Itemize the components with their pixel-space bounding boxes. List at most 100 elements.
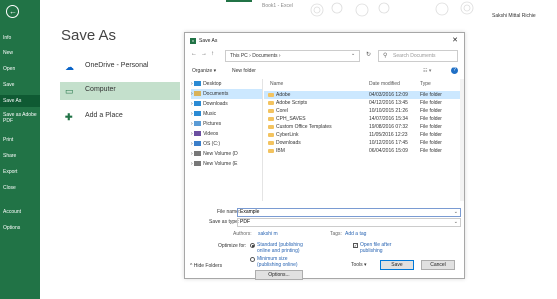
file-row[interactable]: Adobe 04/03/2016 12:09 File folder bbox=[264, 91, 464, 99]
tree-item-pictures[interactable]: › Pictures bbox=[191, 119, 262, 129]
organize-button[interactable]: Organize ▾ bbox=[192, 68, 216, 74]
tools-button[interactable]: Tools ▾ bbox=[351, 262, 367, 268]
new-folder-button[interactable]: New folder bbox=[232, 68, 256, 74]
nav-export[interactable]: Export bbox=[0, 166, 40, 178]
folder-icon bbox=[268, 116, 274, 121]
desktop-icon bbox=[194, 81, 202, 87]
tree-item-music[interactable]: › Music bbox=[191, 109, 262, 119]
place-add[interactable]: ✚ Add a Place bbox=[60, 108, 180, 126]
tree-item-volume-e[interactable]: › New Volume (E bbox=[191, 159, 262, 169]
folder-icon bbox=[268, 132, 274, 137]
optimize-label: Optimize for: bbox=[218, 243, 247, 249]
file-row[interactable]: Custom Office Templates 19/08/2016 07:32… bbox=[264, 123, 464, 131]
tree-item-volume-d[interactable]: › New Volume (D bbox=[191, 149, 262, 159]
nav-open[interactable]: Open bbox=[0, 63, 40, 75]
folder-icon bbox=[268, 92, 274, 97]
nav-print[interactable]: Print bbox=[0, 134, 40, 146]
up-icon[interactable]: ↑ bbox=[211, 51, 214, 57]
nav-save-as-pdf[interactable]: Save as Adobe PDF bbox=[0, 110, 40, 130]
open-after-checkbox[interactable]: ✓ bbox=[353, 243, 358, 248]
folder-icon bbox=[268, 100, 274, 105]
nav-info[interactable]: Info bbox=[0, 32, 40, 44]
file-row[interactable]: CyberLink 11/05/2016 12:23 File folder bbox=[264, 131, 464, 139]
page-title: Save As bbox=[61, 27, 117, 44]
decorative-circles-icon bbox=[310, 1, 474, 17]
authors-label: Authors: bbox=[233, 231, 252, 237]
nav-account[interactable]: Account bbox=[0, 206, 40, 218]
chevron-down-icon[interactable]: ⌄ bbox=[454, 209, 458, 216]
search-placeholder: Search Documents bbox=[393, 53, 436, 59]
cloud-icon: ☁ bbox=[65, 62, 74, 72]
search-input[interactable]: ⚲ Search Documents bbox=[378, 50, 458, 62]
dialog-toolbar: Organize ▾ New folder ☷ ▾ ? bbox=[185, 66, 464, 78]
save-type-value: PDF bbox=[240, 219, 250, 225]
close-icon[interactable]: ✕ bbox=[452, 36, 458, 44]
file-row[interactable]: IBM 06/04/2016 15:09 File folder bbox=[264, 147, 464, 155]
help-icon[interactable]: ? bbox=[451, 67, 458, 74]
file-row[interactable]: Downloads 10/12/2016 17:45 File folder bbox=[264, 139, 464, 147]
nav-close[interactable]: Close bbox=[0, 182, 40, 194]
back-icon[interactable]: ← bbox=[191, 51, 197, 57]
drive-icon bbox=[194, 161, 202, 167]
hide-folders-button[interactable]: ^ Hide Folders bbox=[190, 263, 222, 269]
nav-share[interactable]: Share bbox=[0, 150, 40, 162]
tree-item-videos[interactable]: › Videos bbox=[191, 129, 262, 139]
navigation-row: ← → ↑ This PC › Documents › ⌄ ↻ ⚲ Search… bbox=[185, 49, 464, 65]
videos-icon bbox=[194, 131, 202, 137]
column-name[interactable]: Name bbox=[270, 79, 283, 89]
tree-item-desktop[interactable]: › Desktop bbox=[191, 79, 262, 89]
back-arrow-icon[interactable]: ← bbox=[6, 5, 19, 18]
tree-item-downloads[interactable]: › Downloads bbox=[191, 99, 262, 109]
save-button[interactable]: Save bbox=[380, 260, 414, 270]
excel-icon: x bbox=[190, 38, 196, 44]
folder-icon bbox=[268, 108, 274, 113]
save-type-select[interactable]: PDF ⌄ bbox=[237, 218, 461, 227]
tree-item-os-c[interactable]: › OS (C:) bbox=[191, 139, 262, 149]
place-label: Computer bbox=[85, 86, 116, 93]
place-label: OneDrive - Personal bbox=[85, 62, 149, 69]
place-onedrive[interactable]: ☁ OneDrive - Personal bbox=[60, 58, 180, 76]
file-list: Name Date modified Type Adobe 04/03/2016… bbox=[264, 79, 464, 201]
nav-save-as[interactable]: Save As bbox=[0, 95, 40, 107]
nav-save[interactable]: Save bbox=[0, 79, 40, 91]
chevron-down-icon[interactable]: ⌄ bbox=[351, 51, 355, 57]
folder-icon bbox=[268, 124, 274, 129]
title-bar: Book1 - Excel Sakshi Mittal Richie bbox=[0, 0, 557, 19]
downloads-icon bbox=[194, 101, 202, 107]
save-type-label: Save as type: bbox=[209, 219, 240, 225]
folder-tree: › Desktop › Documents › Downloads › Musi… bbox=[185, 79, 263, 201]
drive-icon bbox=[194, 151, 202, 157]
opt-standard-label[interactable]: Standard (publishing online and printing… bbox=[257, 242, 312, 254]
tree-item-documents[interactable]: › Documents bbox=[191, 89, 262, 99]
forward-icon[interactable]: → bbox=[201, 51, 207, 57]
user-name[interactable]: Sakshi Mittal Richie bbox=[492, 13, 536, 19]
view-icon[interactable]: ☷ ▾ bbox=[423, 68, 431, 74]
pictures-icon bbox=[194, 121, 202, 127]
refresh-icon[interactable]: ↻ bbox=[366, 51, 371, 58]
chevron-down-icon[interactable]: ⌄ bbox=[454, 219, 458, 226]
folder-icon bbox=[268, 140, 274, 145]
file-row[interactable]: Adobe Scripts 04/12/2016 13:45 File fold… bbox=[264, 99, 464, 107]
file-row[interactable]: Corel 10/10/2015 21:26 File folder bbox=[264, 107, 464, 115]
plus-icon: ✚ bbox=[65, 112, 73, 122]
column-type[interactable]: Type bbox=[420, 79, 431, 89]
cancel-button[interactable]: Cancel bbox=[421, 260, 455, 270]
file-name-input[interactable]: Example ⌄ bbox=[237, 208, 461, 217]
drive-icon bbox=[194, 141, 202, 147]
column-date[interactable]: Date modified bbox=[369, 79, 400, 89]
radio-standard[interactable] bbox=[250, 243, 255, 248]
place-computer[interactable]: ▭ Computer bbox=[60, 82, 180, 100]
dialog-title: Save As bbox=[199, 38, 218, 44]
add-tag-link[interactable]: Add a tag bbox=[345, 231, 366, 237]
open-after-label[interactable]: Open file after publishing bbox=[360, 242, 412, 254]
save-as-dialog: x Save As ✕ ← → ↑ This PC › Documents › … bbox=[184, 32, 465, 280]
backstage-sidebar: ← Info New Open Save Save As Save as Ado… bbox=[0, 0, 40, 299]
dialog-footer: ^ Hide Folders Tools ▾ Save Cancel bbox=[184, 260, 465, 272]
file-row[interactable]: CPH_SAVES 14/07/2016 15:34 File folder bbox=[264, 115, 464, 123]
vertical-scrollbar[interactable] bbox=[460, 79, 464, 201]
nav-new[interactable]: New bbox=[0, 47, 40, 59]
nav-options[interactable]: Options bbox=[0, 222, 40, 234]
breadcrumb[interactable]: This PC › Documents › bbox=[225, 50, 360, 62]
authors-value[interactable]: sakshi m bbox=[258, 231, 278, 237]
search-icon: ⚲ bbox=[383, 53, 388, 59]
